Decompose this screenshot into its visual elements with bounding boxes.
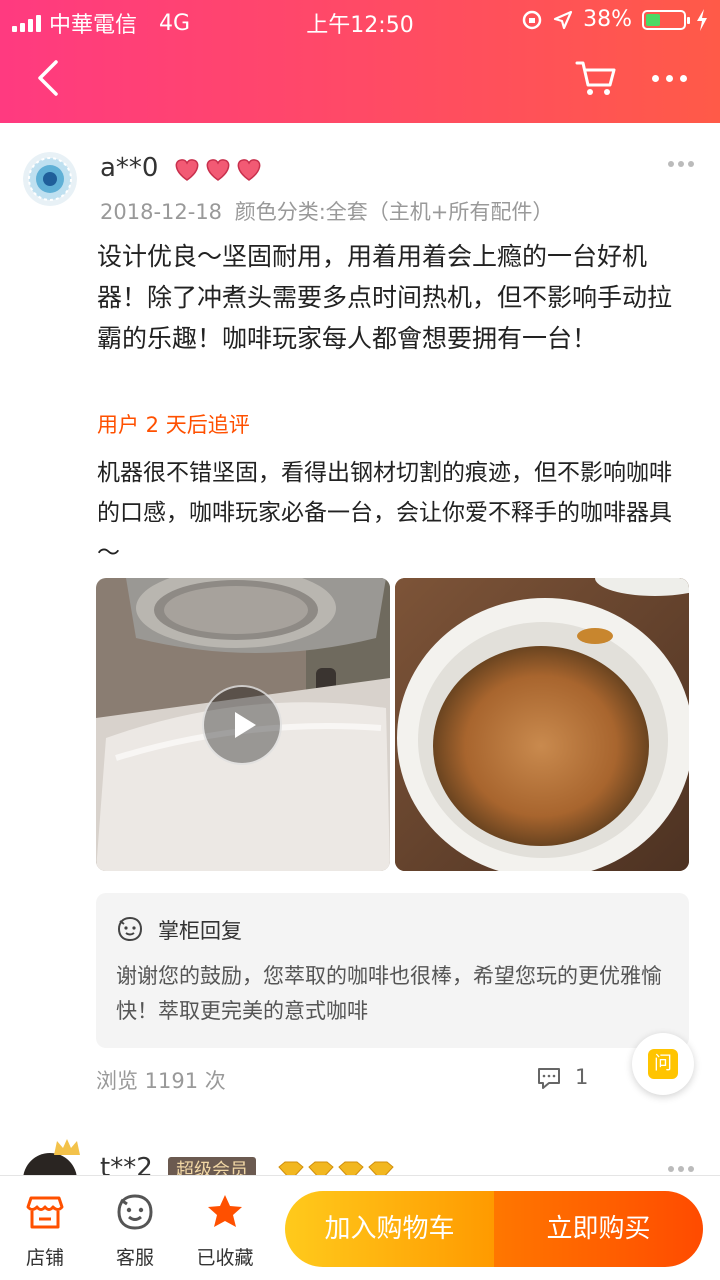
battery-fill (646, 13, 660, 26)
store-label: 店铺 (25, 1247, 64, 1269)
favorite-button[interactable]: 已收藏 (185, 1192, 265, 1270)
buy-now-button[interactable]: 立即购买 (494, 1191, 703, 1267)
review-content: a**0 2018-12-18 颜色分类:全套（主机+所有配件） 设计优良～坚固… (0, 123, 720, 1175)
reply-text: 谢谢您的鼓励，您萃取的咖啡也很棒，希望您玩的更优雅愉快！萃取更完美的意式咖啡 (116, 964, 662, 1023)
reviewer-level-hearts (172, 155, 266, 183)
customer-service-icon (117, 1194, 153, 1230)
review-date: 2018-12-18 (100, 200, 223, 224)
heart-icon (175, 159, 261, 181)
orientation-lock-icon (522, 10, 542, 29)
store-button[interactable]: 店铺 (5, 1192, 85, 1270)
video-overlay (96, 578, 390, 871)
ask-floating-button[interactable]: 问 (632, 1033, 694, 1095)
shop-reply-box: 掌柜回复 谢谢您的鼓励，您萃取的咖啡也很棒，希望您玩的更优雅愉快！萃取更完美的意… (96, 893, 689, 1048)
review-more-icon[interactable] (668, 161, 694, 167)
comment-icon[interactable] (536, 1066, 562, 1090)
add-to-cart-button[interactable]: 加入购物车 (285, 1191, 494, 1267)
charging-bolt-icon (697, 8, 707, 31)
bottom-action-bar: 店铺 客服 已收藏 加入购物车 立即购买 (0, 1175, 720, 1280)
battery-icon (642, 9, 690, 30)
review-photo[interactable] (395, 578, 689, 871)
more-icon[interactable] (652, 70, 692, 86)
play-icon[interactable] (202, 685, 282, 765)
vip-badge: 超级会员 (168, 1157, 256, 1175)
view-count: 浏览 1191 次 (96, 1069, 226, 1093)
followup-text: 机器很不错坚固，看得出钢材切割的痕迹，但不影响咖啡的口感，咖啡玩家必备一台，会让… (97, 460, 672, 566)
reviewer-avatar[interactable] (23, 152, 77, 206)
status-right: 38% (521, 7, 708, 32)
review-text: 设计优良～坚固耐用，用着用着会上瘾的一台好机器！除了冲煮头需要多点时间热机，但不… (97, 242, 673, 353)
service-button[interactable]: 客服 (95, 1192, 175, 1270)
location-arrow-icon (553, 10, 573, 29)
status-bar: 中華電信 4G 上午12:50 38% (0, 0, 720, 40)
ask-label: 问 (648, 1049, 678, 1079)
battery-percent: 38% (583, 7, 632, 32)
cart-icon[interactable] (574, 58, 618, 98)
back-icon[interactable] (28, 56, 68, 100)
review-spec: 颜色分类:全套（主机+所有配件） (234, 200, 554, 224)
next-reviewer-name: t**2 (100, 1153, 153, 1175)
play-triangle (235, 712, 256, 738)
next-review-more-icon[interactable] (668, 1166, 694, 1172)
followup-label: 用户 2 天后追评 (97, 413, 250, 437)
review-meta: 2018-12-18 颜色分类:全套（主机+所有配件） (100, 196, 553, 226)
reviewer-name: a**0 (100, 153, 159, 183)
star-icon (208, 1195, 242, 1227)
store-icon (26, 1196, 64, 1229)
favorite-label: 已收藏 (196, 1247, 254, 1269)
comment-count: 1 (575, 1065, 589, 1089)
top-header: 中華電信 4G 上午12:50 38% (0, 0, 720, 123)
shopkeeper-icon (117, 916, 143, 942)
diamond-level-icon (278, 1161, 394, 1175)
reply-title: 掌柜回复 (158, 919, 242, 943)
crown-icon (54, 1139, 80, 1155)
service-label: 客服 (115, 1247, 154, 1269)
